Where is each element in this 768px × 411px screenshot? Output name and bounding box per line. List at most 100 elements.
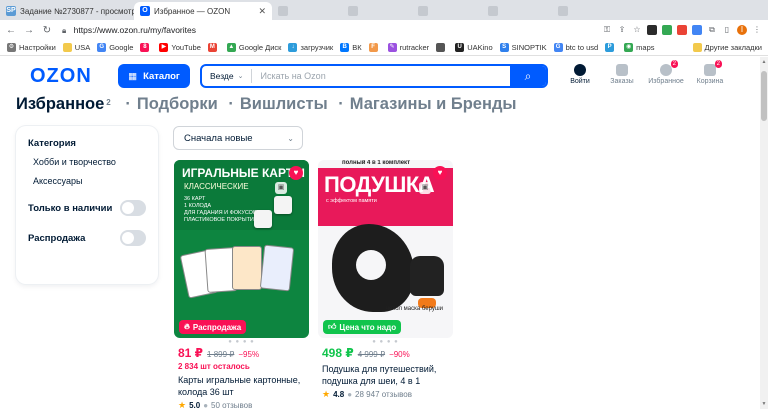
tab-stores-brands[interactable]: Магазины и Бренды: [350, 95, 517, 113]
share-icon[interactable]: ⇪: [617, 25, 627, 35]
browser-tab-bar: SP Задание №2730877 - просмотр ... ✕ O И…: [0, 0, 768, 20]
google-icon: G: [553, 43, 563, 52]
sale-filter: Распродажа: [28, 230, 146, 246]
star-icon: ★: [322, 389, 331, 399]
grid-icon: ▦: [128, 70, 138, 82]
bookmark-item[interactable]: F: [368, 43, 381, 52]
extension-icon[interactable]: [662, 25, 672, 35]
product-title[interactable]: Подушка для путешествий, подушка для шеи…: [322, 363, 453, 387]
sidebar-icon[interactable]: ▯: [722, 25, 732, 35]
background-tabs[interactable]: [272, 2, 768, 20]
orders-button[interactable]: Заказы: [602, 64, 642, 85]
similar-icon[interactable]: ▣: [419, 182, 431, 194]
maps-icon: ◉: [624, 43, 634, 52]
category-item[interactable]: Хобби и творчество: [33, 157, 146, 167]
profile-avatar-icon[interactable]: I: [737, 25, 747, 35]
favorites-count-badge: 2: [670, 60, 678, 68]
bookmark-item[interactable]: USA: [62, 43, 90, 52]
bookmark-item[interactable]: U UAKino: [455, 43, 493, 52]
bookmark-item[interactable]: ⚙ Настройки: [7, 43, 56, 52]
heart-icon: 2: [660, 60, 678, 76]
gmail-icon: M: [207, 43, 217, 52]
star-icon: ★: [178, 400, 187, 410]
bookmark-item[interactable]: ↓ загрузчик: [288, 43, 333, 52]
tab-collections[interactable]: Подборки: [137, 95, 218, 113]
uakino-icon: U: [455, 43, 465, 52]
reload-icon[interactable]: ↻: [40, 25, 54, 36]
catalog-button[interactable]: ▦ Каталог: [118, 64, 190, 88]
rutracker-icon: ✎: [387, 43, 397, 52]
scrollbar-thumb[interactable]: [761, 71, 767, 121]
product-title[interactable]: Карты игральные картонные, колода 36 шт: [178, 374, 309, 398]
favorite-heart-icon[interactable]: ♥: [289, 166, 303, 180]
bookmark-item[interactable]: P: [605, 43, 617, 52]
tab-favicon-icon: [418, 6, 428, 16]
favorites-button[interactable]: 2 Избранное: [646, 60, 686, 85]
extension-icon[interactable]: [677, 25, 687, 35]
similar-icon[interactable]: ▣: [275, 182, 287, 194]
product-image[interactable]: полный 4 в 1 комплект ПОДУШКА с эффектом…: [318, 160, 453, 338]
forward-arrow-icon[interactable]: →: [22, 25, 36, 36]
bookmark-item[interactable]: S SINOPTIK: [499, 43, 547, 52]
sale-label: 🔥︎ Распродажа: [179, 320, 247, 334]
browser-tab[interactable]: SP Задание №2730877 - просмотр ... ✕: [0, 2, 134, 20]
page-scrollbar[interactable]: ▲ ▼: [760, 57, 768, 409]
scroll-down-icon[interactable]: ▼: [761, 401, 767, 407]
product-card[interactable]: ИГРАЛЬНЫЕ КАРТЫ КЛАССИЧЕСКИЕ 36 КАРТ 1 К…: [174, 160, 309, 411]
in-stock-filter: Только в наличии: [28, 200, 146, 216]
bookmark-item[interactable]: 8: [140, 43, 152, 52]
back-arrow-icon[interactable]: ←: [4, 25, 18, 36]
sort-dropdown[interactable]: Сначала новые ⌄: [173, 126, 303, 150]
bookmark-item[interactable]: ✎ rutracker: [387, 43, 429, 52]
menu-kebab-icon[interactable]: ⋮: [752, 25, 762, 35]
bookmark-item[interactable]: ◉ maps: [624, 43, 655, 52]
product-image[interactable]: ИГРАЛЬНЫЕ КАРТЫ КЛАССИЧЕСКИЕ 36 КАРТ 1 К…: [174, 160, 309, 338]
product-card[interactable]: полный 4 в 1 комплект ПОДУШКА с эффектом…: [318, 160, 453, 400]
favorite-heart-icon[interactable]: ♥: [433, 166, 447, 180]
bookmark-star-icon[interactable]: ☆: [632, 25, 642, 35]
price-row: 498 ₽ 4 999 ₽ −90%: [322, 346, 453, 360]
extension-icon[interactable]: [647, 25, 657, 35]
bookmark-item[interactable]: M: [207, 43, 220, 52]
thumbs-up-icon: 👍︎: [328, 322, 337, 331]
category-item[interactable]: Аксессуары: [33, 176, 146, 186]
search-button[interactable]: ⌕: [510, 66, 546, 86]
puzzle-icon[interactable]: ⧉: [707, 25, 717, 35]
in-stock-toggle[interactable]: [120, 200, 146, 216]
cart-button[interactable]: 2 Корзина: [690, 60, 730, 85]
extension-icon[interactable]: [692, 25, 702, 35]
bookmark-item[interactable]: ▶ YouTube: [159, 43, 201, 52]
other-bookmarks[interactable]: Другие закладки: [692, 43, 762, 52]
search-input[interactable]: Искать на Ozon: [252, 71, 510, 81]
image-pagination-dots: ● ● ● ●: [372, 339, 399, 345]
old-price: 4 999 ₽: [357, 350, 386, 359]
sale-toggle[interactable]: [120, 230, 146, 246]
chevron-down-icon: ⌄: [237, 73, 244, 80]
settings-gear-icon: ⚙: [7, 43, 16, 52]
sp-favicon-icon: SP: [6, 6, 16, 16]
bookmark-item[interactable]: B ВК: [340, 43, 362, 52]
search-scope-dropdown[interactable]: Везде ⌄: [202, 71, 251, 81]
browser-tab-active[interactable]: O Избранное — OZON ✕: [134, 2, 272, 20]
url-text: https://www.ozon.ru/my/favorites: [73, 24, 196, 35]
close-tab-icon[interactable]: ✕: [258, 6, 266, 17]
key-icon[interactable]: ⚿: [602, 25, 612, 35]
tab-favorites[interactable]: Избранное: [16, 95, 104, 113]
url-field[interactable]: 🔒︎ https://www.ozon.ru/my/favorites: [62, 25, 196, 36]
discount: −95%: [238, 350, 260, 359]
bookmark-item[interactable]: G Google: [97, 43, 133, 52]
favorites-nav: Избранное 2 · Подборки · Вишлисты · Магазины…: [16, 95, 517, 113]
bookmark-item[interactable]: ▲ Google Диск: [226, 43, 281, 52]
cart-icon: 2: [704, 60, 722, 76]
folder-icon: [692, 43, 702, 52]
ozon-logo[interactable]: OZON: [30, 65, 92, 88]
reviews-count[interactable]: 28 947 отзывов: [355, 390, 412, 399]
tab-wishlists[interactable]: Вишлисты: [240, 95, 328, 113]
login-button[interactable]: Войти: [560, 64, 600, 85]
chevron-down-icon: ⌄: [287, 133, 294, 143]
bookmark-item[interactable]: [436, 43, 448, 52]
cart-count-badge: 2: [714, 60, 722, 68]
bookmark-item[interactable]: Gbtc to usd: [553, 43, 598, 52]
tab-favicon-icon: [488, 6, 498, 16]
scroll-up-icon[interactable]: ▲: [761, 59, 767, 65]
